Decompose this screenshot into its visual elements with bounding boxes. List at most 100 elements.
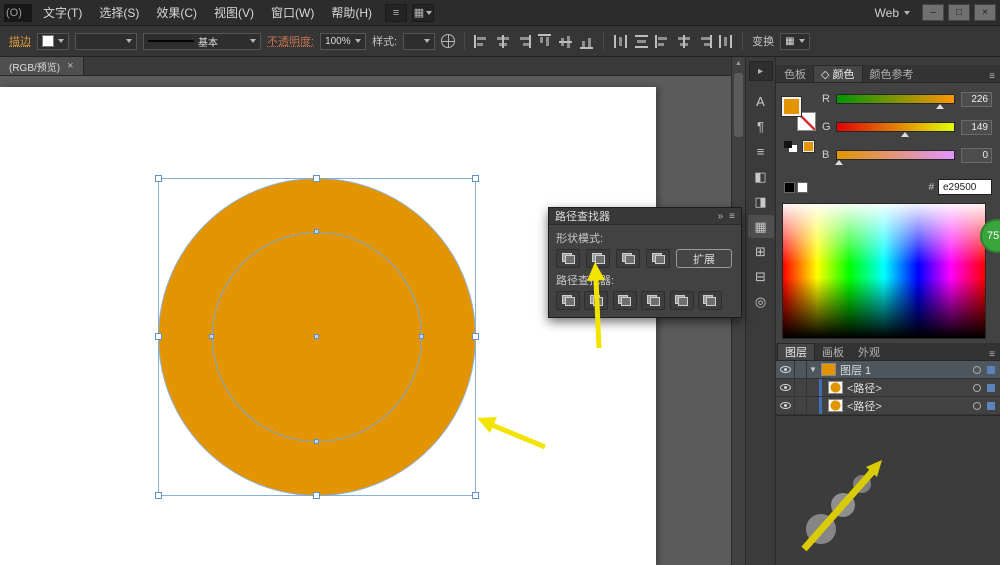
disclosure-triangle-icon[interactable]: ▼ — [807, 365, 819, 374]
paragraph-panel-icon[interactable]: ¶ — [748, 115, 774, 138]
last-color-swatch[interactable] — [803, 141, 814, 152]
stroke-panel-icon[interactable]: ≡ — [748, 140, 774, 163]
green-value-field[interactable]: 149 — [961, 120, 992, 135]
collapse-chevrons-icon[interactable]: » — [718, 211, 724, 222]
white-swatch[interactable] — [797, 182, 808, 193]
blue-value-field[interactable]: 0 — [961, 148, 992, 163]
target-circle-icon[interactable] — [973, 384, 981, 392]
expand-button[interactable]: 扩展 — [676, 249, 732, 268]
merge-button[interactable] — [613, 291, 637, 310]
minimize-button[interactable]: – — [922, 4, 944, 21]
transparency-panel-icon[interactable]: ◨ — [748, 190, 774, 213]
transform-panel-icon[interactable]: ⊟ — [748, 265, 774, 288]
fill-swatch[interactable] — [782, 97, 801, 116]
selection-indicator[interactable] — [987, 366, 995, 374]
red-value-field[interactable]: 226 — [961, 92, 992, 107]
tab-appearance[interactable]: 外观 — [851, 343, 887, 360]
align-v-middle-icon[interactable] — [559, 34, 572, 49]
outline-button[interactable] — [670, 291, 694, 310]
document-setup-globe-icon[interactable] — [441, 34, 455, 48]
menu-item-type[interactable]: 文字(T) — [35, 0, 90, 25]
align-panel-icon[interactable]: ⊞ — [748, 240, 774, 263]
red-slider[interactable] — [836, 94, 955, 104]
character-panel-icon[interactable]: A — [748, 90, 774, 113]
document-tab[interactable]: (RGB/预览) × — [0, 57, 84, 75]
distribute-right-icon[interactable] — [697, 35, 712, 48]
workspace-switcher[interactable]: Web — [867, 6, 918, 20]
align-top-icon[interactable] — [538, 34, 551, 49]
pathfinder-panel-icon[interactable]: ▦ — [748, 215, 774, 238]
tab-color-guide[interactable]: 颜色参考 — [863, 65, 921, 82]
menu-item-help[interactable]: 帮助(H) — [323, 0, 380, 25]
path-name[interactable]: <路径> — [847, 398, 882, 414]
tab-artboards[interactable]: 画板 — [815, 343, 851, 360]
selection-handle[interactable] — [313, 175, 320, 182]
align-bottom-icon[interactable] — [580, 34, 593, 49]
menu-item-object-partial[interactable]: (O) — [4, 4, 32, 22]
exclude-button[interactable] — [646, 249, 670, 268]
unite-button[interactable] — [556, 249, 580, 268]
selection-handle[interactable] — [155, 333, 162, 340]
lock-toggle[interactable] — [795, 397, 807, 414]
layer-name[interactable]: 图层 1 — [840, 362, 871, 378]
lock-toggle[interactable] — [795, 379, 807, 396]
menu-item-select[interactable]: 选择(S) — [91, 0, 147, 25]
document-tab-close-icon[interactable]: × — [67, 60, 73, 72]
panel-flyout-menu-icon[interactable]: ≡ — [989, 349, 999, 360]
close-button[interactable]: × — [974, 4, 996, 21]
scrollbar-thumb[interactable] — [734, 73, 743, 137]
default-colors-icon[interactable] — [784, 141, 797, 152]
align-right-icon[interactable] — [516, 35, 531, 48]
green-slider-handle[interactable] — [901, 132, 909, 137]
pathfinder-panel-header[interactable]: 路径查找器 » ≡ — [549, 208, 741, 225]
minus-front-button[interactable] — [586, 249, 610, 268]
bridge-icon[interactable]: ≡ — [385, 4, 407, 22]
selection-handle[interactable] — [472, 492, 479, 499]
red-slider-handle[interactable] — [936, 104, 944, 109]
arrange-documents-icon[interactable]: ▦ — [412, 4, 434, 22]
transform-label[interactable]: 变换 — [752, 33, 774, 49]
color-spectrum[interactable] — [782, 203, 986, 339]
selection-indicator[interactable] — [987, 384, 995, 392]
stroke-link[interactable]: 描边 — [9, 33, 31, 49]
blue-slider-handle[interactable] — [835, 160, 843, 165]
scroll-up-icon[interactable]: ▲ — [732, 57, 745, 70]
opacity-select[interactable]: 100% — [320, 33, 366, 50]
style-select[interactable] — [403, 33, 435, 50]
target-circle-icon[interactable] — [973, 366, 981, 374]
crop-button[interactable] — [641, 291, 665, 310]
gradient-panel-icon[interactable]: ◧ — [748, 165, 774, 188]
transform-options-select[interactable]: ▦ — [780, 33, 809, 50]
symbols-panel-icon[interactable]: ◎ — [748, 290, 774, 313]
lock-toggle[interactable] — [795, 361, 807, 378]
selection-handle[interactable] — [313, 492, 320, 499]
blue-slider[interactable] — [836, 150, 955, 160]
visibility-toggle[interactable] — [776, 361, 795, 378]
menu-item-effect[interactable]: 效果(C) — [148, 0, 205, 25]
panel-flyout-menu-icon[interactable]: ≡ — [989, 71, 999, 82]
selection-handle[interactable] — [472, 333, 479, 340]
selection-handle[interactable] — [472, 175, 479, 182]
distribute-v-icon[interactable] — [635, 34, 648, 49]
visibility-toggle[interactable] — [776, 397, 795, 414]
intersect-button[interactable] — [616, 249, 640, 268]
trim-button[interactable] — [584, 291, 608, 310]
layer-row[interactable]: <路径> — [776, 397, 1000, 415]
distribute-center-icon[interactable] — [676, 35, 691, 48]
hex-value-field[interactable]: e29500 — [938, 179, 992, 195]
opacity-link[interactable]: 不透明度: — [267, 33, 314, 49]
black-swatch[interactable] — [784, 182, 795, 193]
layer-row[interactable]: ▼ 图层 1 — [776, 361, 1000, 379]
tab-swatches[interactable]: 色板 — [777, 65, 813, 82]
align-left-icon[interactable] — [474, 35, 489, 48]
visibility-toggle[interactable] — [776, 379, 795, 396]
align-h-center-icon[interactable] — [495, 35, 510, 48]
path-name[interactable]: <路径> — [847, 380, 882, 396]
selection-handle[interactable] — [155, 175, 162, 182]
green-slider[interactable] — [836, 122, 955, 132]
tab-color[interactable]: ◇ 颜色 — [813, 65, 863, 82]
canvas[interactable]: 路径查找器 » ≡ 形状模式: 扩展 路径查找器: — [0, 76, 731, 565]
expand-panels-icon[interactable]: ▸ — [749, 61, 773, 81]
selection-handle[interactable] — [155, 492, 162, 499]
stroke-color-select[interactable] — [37, 33, 69, 50]
